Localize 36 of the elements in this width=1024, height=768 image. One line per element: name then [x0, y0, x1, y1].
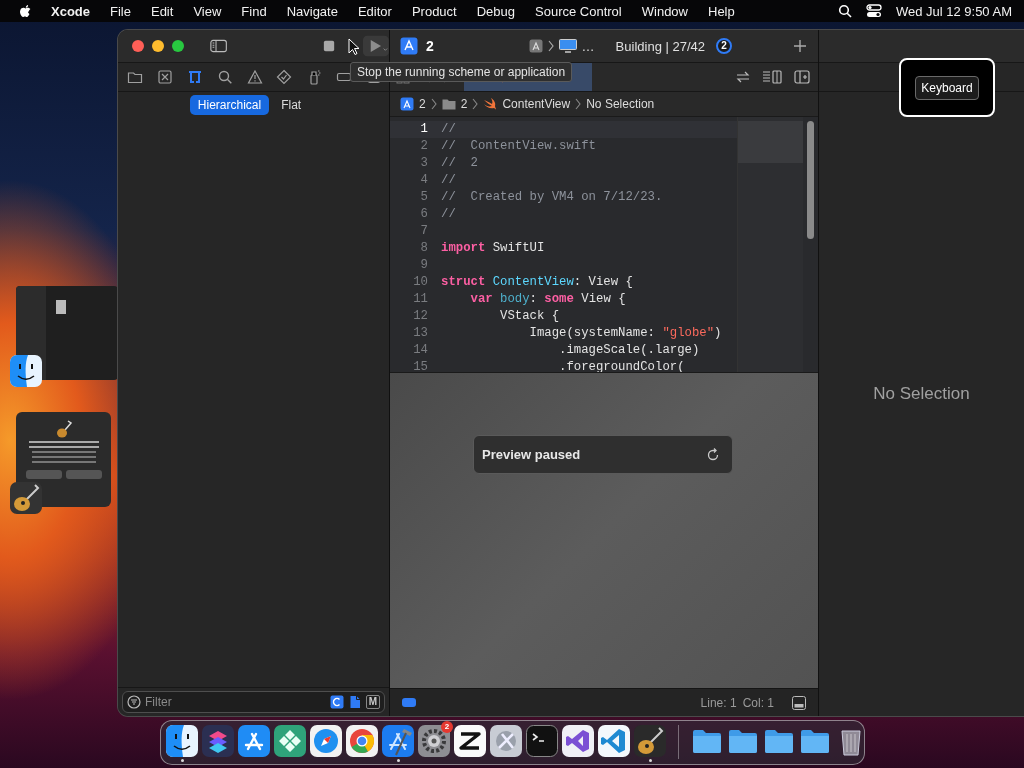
preview-status: Preview paused [482, 447, 581, 462]
line-number: 10 [412, 274, 428, 291]
key-label: Keyboard [915, 75, 979, 100]
code-line: .foregroundColor( [558, 359, 685, 376]
line-number: 8 [419, 240, 428, 257]
line-number: 9 [419, 257, 428, 274]
code-line: struct ContentView: View { [441, 274, 633, 291]
code-line: // [441, 172, 456, 189]
cursor-column: Col: 1 [742, 695, 774, 710]
line-number: 3 [419, 155, 428, 172]
notification-badge: 2 [441, 721, 453, 733]
line-number: 11 [412, 291, 428, 308]
tooltip: Stop the running scheme or application [350, 62, 573, 82]
code-line: Image(systemName: "globe") [528, 325, 722, 342]
cursor-line: Line: 1 [700, 695, 737, 710]
line-number: 5 [419, 189, 428, 206]
line-number: 6 [419, 206, 428, 223]
code-line: // [441, 206, 456, 223]
line-number: 7 [419, 223, 428, 240]
code-line: // [441, 121, 456, 138]
empty-state-label: No Selection [873, 384, 970, 404]
code-line: var body: some View { [469, 291, 626, 308]
activity-status: Building | 27/42 [615, 38, 705, 54]
line-number: 13 [412, 325, 428, 342]
line-number: 15 [412, 359, 428, 376]
line-number: 14 [412, 342, 428, 359]
line-number: 4 [419, 172, 428, 189]
code-line: // 2 [441, 155, 478, 172]
line-number: 1 [419, 121, 428, 138]
code-line: // Created by VM4 on 7/12/23. [441, 189, 663, 206]
code-line: .imageScale(.large) [558, 342, 700, 359]
code-line: VStack { [499, 308, 560, 325]
code-line: // ContentView.swift [441, 138, 596, 155]
line-number: 2 [419, 138, 428, 155]
code-line: import SwiftUI [441, 240, 545, 257]
line-number: 12 [412, 308, 428, 325]
